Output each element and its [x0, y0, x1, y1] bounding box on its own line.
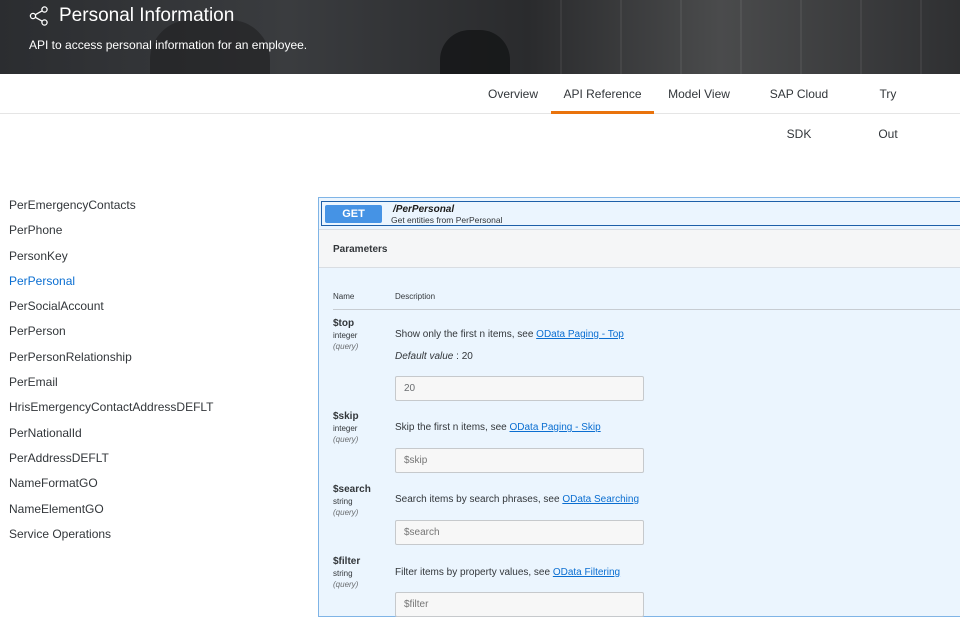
page-title: Personal Information	[59, 5, 235, 26]
operation-panel: GET /PerPersonal Get entities from PerPe…	[318, 197, 960, 617]
parameters-header: Parameters	[319, 229, 960, 268]
page-subtitle: API to access personal information for a…	[29, 38, 308, 52]
sidebar-item-nameformatgo[interactable]: NameFormatGO	[9, 472, 214, 497]
param-filter: $filter string (query)	[333, 556, 360, 589]
column-header-description: Description	[395, 292, 436, 301]
sidebar-item-perphone[interactable]: PerPhone	[9, 219, 214, 244]
divider	[333, 309, 960, 310]
param-search: $search string (query)	[333, 484, 371, 517]
tab-sap-cloud-sdk[interactable]: SAP Cloud SDK	[757, 74, 841, 141]
sidebar-entity-list: PerEmergencyContacts PerPhone PersonKey …	[9, 194, 214, 548]
param-name: $filter	[333, 556, 361, 567]
operation-path: /PerPersonal	[393, 204, 455, 215]
method-badge: GET	[325, 205, 382, 223]
tab-api-reference[interactable]: API Reference	[551, 74, 654, 114]
sidebar-item-peremail[interactable]: PerEmail	[9, 371, 214, 396]
sidebar-item-service-operations[interactable]: Service Operations	[9, 523, 214, 548]
sidebar-item-perpersonal[interactable]: PerPersonal	[9, 270, 214, 295]
param-top: $top integer (query)	[333, 318, 358, 351]
sidebar-item-perpersonrelationship[interactable]: PerPersonRelationship	[9, 346, 214, 371]
sidebar-item-persocialaccount[interactable]: PerSocialAccount	[9, 295, 214, 320]
sidebar-item-pernationalid[interactable]: PerNationalId	[9, 422, 214, 447]
header-banner: Personal Information API to access perso…	[0, 0, 960, 74]
odata-paging-top-link[interactable]: OData Paging - Top	[536, 329, 624, 340]
param-location: (query)	[333, 342, 359, 351]
odata-paging-skip-link[interactable]: OData Paging - Skip	[510, 422, 601, 433]
top-input[interactable]	[395, 376, 644, 401]
parameters-title: Parameters	[333, 244, 388, 255]
param-type: string	[333, 497, 353, 506]
param-type: integer	[333, 424, 358, 433]
search-input[interactable]	[395, 520, 644, 545]
param-type: string	[333, 569, 353, 578]
tab-model-view[interactable]: Model View	[668, 74, 730, 114]
sidebar-item-perperson[interactable]: PerPerson	[9, 320, 214, 345]
param-skip: $skip integer (query)	[333, 411, 359, 444]
sidebar-item-personkey[interactable]: PersonKey	[9, 245, 214, 270]
tab-try-out[interactable]: Try Out	[869, 74, 907, 141]
operation-header[interactable]: GET /PerPersonal Get entities from PerPe…	[321, 201, 960, 226]
param-name: $search	[333, 484, 371, 495]
tab-overview[interactable]: Overview	[488, 74, 538, 114]
sidebar-item-hrisemergencycontactaddressdeflt[interactable]: HrisEmergencyContactAddressDEFLT	[9, 396, 214, 421]
param-type: integer	[333, 331, 358, 340]
odata-filtering-link[interactable]: OData Filtering	[553, 567, 620, 578]
operation-summary: Get entities from PerPersonal	[391, 215, 503, 225]
sidebar-item-peremergencycontacts[interactable]: PerEmergencyContacts	[9, 194, 214, 219]
share-icon	[29, 6, 48, 26]
param-default: Default value : 20	[395, 351, 473, 362]
param-description: Show only the first n items, see OData P…	[395, 329, 624, 340]
param-description: Search items by search phrases, see ODat…	[395, 494, 640, 505]
skip-input[interactable]	[395, 448, 644, 473]
param-name: $skip	[333, 411, 359, 422]
param-location: (query)	[333, 580, 359, 589]
sidebar-item-peraddressdeflt[interactable]: PerAddressDEFLT	[9, 447, 214, 472]
column-header-name: Name	[333, 292, 355, 301]
param-location: (query)	[333, 435, 359, 444]
param-location: (query)	[333, 508, 359, 517]
param-description: Filter items by property values, see ODa…	[395, 567, 621, 578]
tab-bar: Overview API Reference Model View SAP Cl…	[0, 74, 960, 141]
sidebar-item-nameelementgo[interactable]: NameElementGO	[9, 498, 214, 523]
odata-searching-link[interactable]: OData Searching	[562, 494, 639, 505]
param-name: $top	[333, 318, 355, 329]
param-description: Skip the first n items, see OData Paging…	[395, 422, 601, 433]
filter-input[interactable]	[395, 592, 644, 617]
